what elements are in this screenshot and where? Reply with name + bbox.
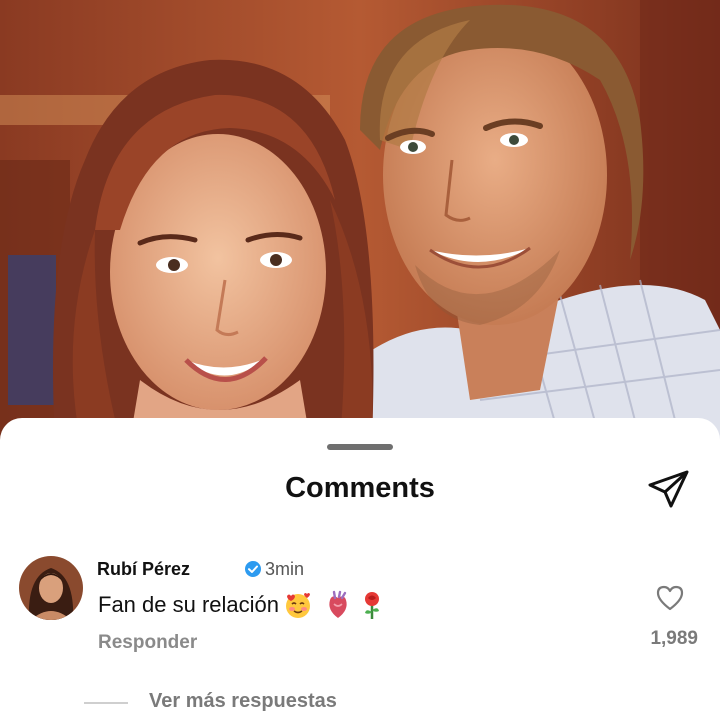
verified-badge-icon	[244, 560, 262, 578]
smiling-face-with-hearts-icon	[283, 590, 313, 620]
comment-text: Fan de su relación	[98, 592, 279, 617]
view-more-replies-button[interactable]: Ver más respuestas	[149, 690, 337, 713]
comments-sheet: Comments Rubí Pérez 3min Fan de su relac…	[0, 418, 720, 720]
reply-button[interactable]: Responder	[98, 632, 197, 654]
comment-body: Fan de su relación	[98, 588, 387, 622]
like-count: 1,989	[650, 628, 698, 649]
sheet-title: Comments	[285, 472, 435, 504]
replies-divider	[84, 702, 128, 704]
anatomical-heart-icon	[323, 590, 353, 620]
avatar[interactable]	[19, 556, 83, 620]
rose-icon	[357, 590, 387, 620]
comment-timestamp: 3min	[265, 559, 305, 579]
paper-plane-icon	[646, 470, 692, 514]
like-button[interactable]	[655, 584, 685, 612]
heart-outline-icon	[655, 585, 685, 616]
comment-username[interactable]: Rubí Pérez	[97, 559, 190, 580]
share-button[interactable]	[646, 468, 692, 510]
drag-handle[interactable]	[327, 444, 393, 450]
background-photo	[0, 0, 720, 440]
